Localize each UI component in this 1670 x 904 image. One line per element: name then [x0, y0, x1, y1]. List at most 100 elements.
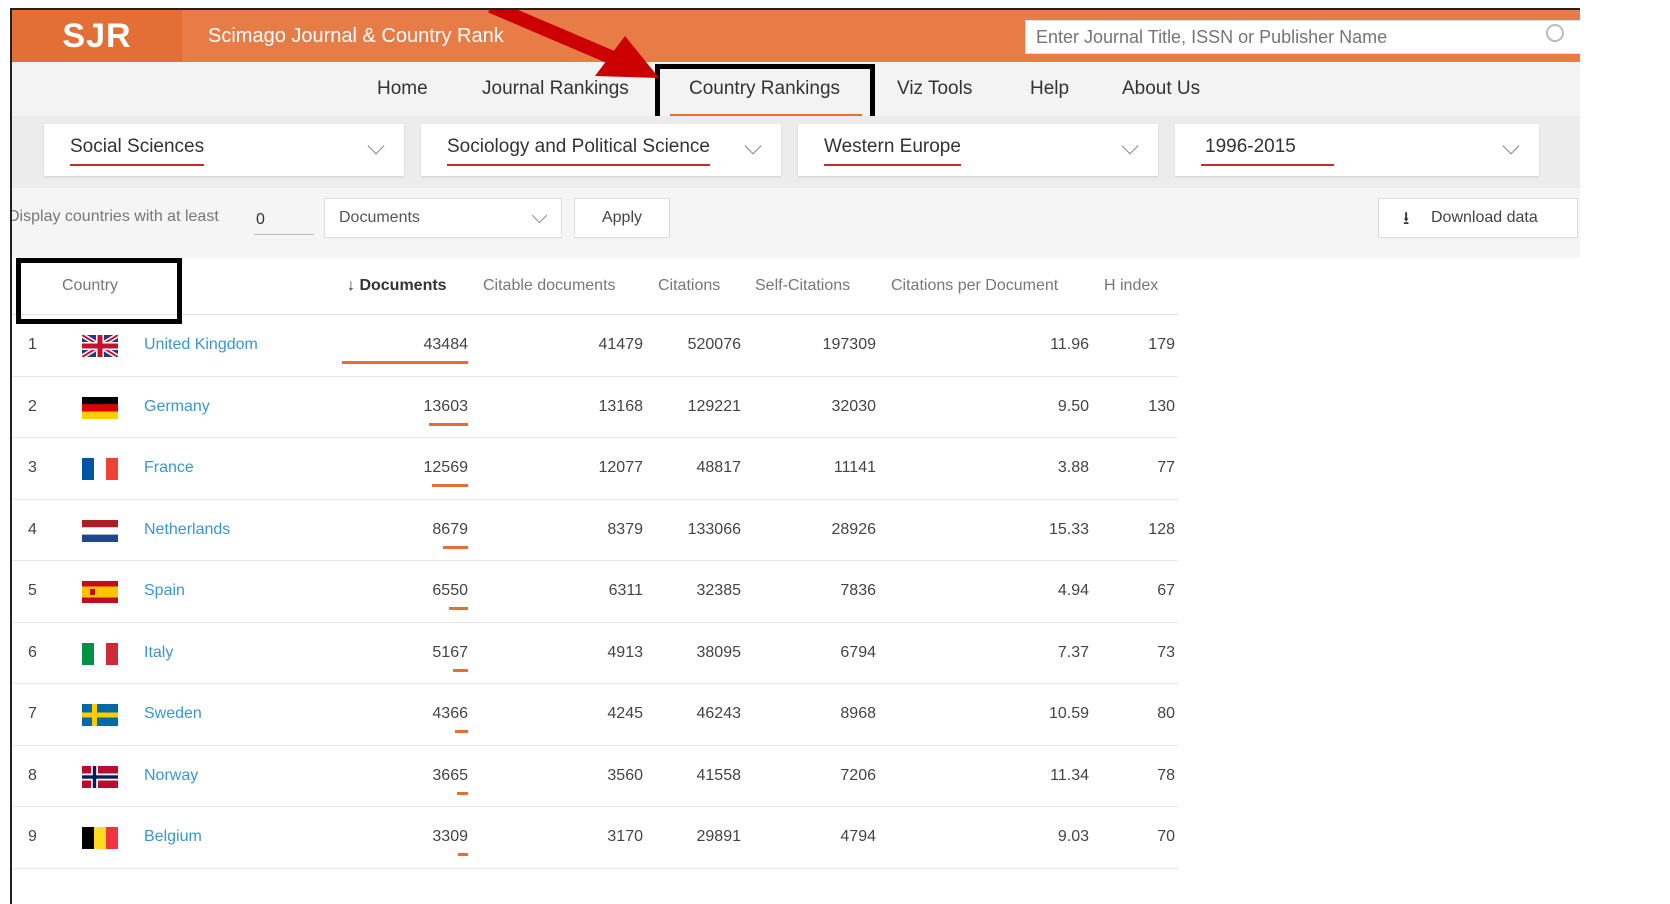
self-citations-cell: 4794	[840, 828, 876, 845]
red-arrow-annotation	[488, 10, 659, 78]
no-flag-icon	[82, 765, 118, 788]
download-data-label: Download data	[1431, 209, 1538, 226]
self-citations-cell: 32030	[831, 397, 877, 415]
citations-per-document-cell: 9.50	[1057, 397, 1089, 415]
region-dropdown[interactable]: Western Europe	[798, 124, 1158, 176]
rank-cell: 6	[28, 643, 37, 661]
sjr-logo[interactable]: SJR	[12, 10, 182, 62]
es-flag-icon	[82, 581, 118, 603]
nav-viz-tools[interactable]: Viz Tools	[897, 62, 972, 116]
download-data-button[interactable]: ⭳ Download data	[1378, 198, 1578, 238]
citations-cell: 32385	[696, 582, 742, 599]
col-cpd-header[interactable]: Citations per Document	[891, 258, 1058, 314]
citable-documents-cell: 41479	[598, 336, 644, 353]
region-value: Western Europe	[824, 136, 961, 166]
min-threshold-label: Display countries with at least	[10, 208, 219, 225]
table-row: 6 Italy 5167 4913 38095 6794 7.37 73	[12, 623, 1178, 684]
col-citable-header[interactable]: Citable documents	[483, 258, 616, 314]
citations-per-document-cell: 9.03	[1057, 828, 1089, 845]
h-index-cell: 78	[1157, 766, 1175, 784]
citations-cell: 46243	[696, 705, 742, 722]
chevron-down-icon	[744, 137, 762, 155]
de-flag-icon	[82, 396, 118, 419]
documents-share-bar	[342, 361, 468, 364]
rank-cell: 9	[28, 828, 37, 845]
metric-select[interactable]: Documents	[324, 198, 562, 238]
citable-documents-cell: 4913	[607, 643, 643, 661]
citations-cell: 41558	[696, 766, 742, 784]
site-name[interactable]: Scimago Journal & Country Rank	[208, 10, 504, 62]
table-row: 9 Belgium 3309 3170 29891 4794 9.03 70	[12, 807, 1178, 869]
uk-flag-icon	[80, 332, 120, 360]
documents-share-bar	[455, 730, 468, 733]
documents-share-bar	[458, 853, 468, 856]
documents-share-bar	[432, 484, 468, 487]
self-citations-cell: 11141	[833, 459, 876, 476]
documents-share-bar	[443, 545, 468, 549]
table-header: Country ↓ Documents Citable documents Ci…	[12, 258, 1178, 315]
citable-documents-cell: 13168	[598, 397, 644, 415]
citations-cell: 48817	[696, 459, 742, 476]
nav-help[interactable]: Help	[1030, 62, 1069, 116]
documents-cell: 12569	[423, 459, 469, 476]
documents-share-bar	[449, 607, 468, 610]
documents-share-bar	[453, 668, 468, 672]
subject-area-value: Social Sciences	[70, 136, 205, 166]
subject-category-dropdown[interactable]: Sociology and Political Science	[421, 124, 781, 176]
citations-per-document-cell: 10.59	[1048, 705, 1089, 722]
subject-category-value: Sociology and Political Science	[447, 136, 710, 166]
citations-per-document-cell: 15.33	[1048, 520, 1089, 538]
search-icon[interactable]	[1546, 24, 1564, 42]
country-link[interactable]: Italy	[144, 623, 173, 683]
citations-cell: 129221	[687, 397, 741, 415]
citations-per-document-cell: 3.88	[1057, 459, 1089, 476]
subject-area-dropdown[interactable]: Social Sciences	[44, 124, 404, 176]
chevron-down-icon	[1502, 137, 1520, 155]
citable-documents-cell: 3560	[607, 766, 643, 784]
col-citations-header[interactable]: Citations	[658, 258, 720, 314]
country-link[interactable]: Netherlands	[144, 500, 230, 560]
col-h-index-header[interactable]: H index	[1104, 258, 1158, 314]
self-citations-cell: 7836	[840, 582, 876, 599]
be-flag-icon	[82, 827, 118, 849]
country-rankings-highlight-box	[655, 64, 875, 124]
fr-flag-icon	[82, 458, 118, 480]
table-body: 1 United Kingdom 43484 41479 520076 197309 11.…	[12, 315, 1178, 869]
it-flag-icon	[82, 642, 118, 665]
table-row: 8 Norway 3665 3560 41558 7206 11.34 78	[12, 746, 1178, 807]
country-link[interactable]: Sweden	[144, 684, 202, 744]
documents-cell: 43484	[423, 336, 469, 353]
citations-cell: 29891	[696, 828, 742, 845]
self-citations-cell: 197309	[822, 336, 876, 353]
country-link[interactable]: United Kingdom	[144, 315, 258, 375]
nav-home[interactable]: Home	[377, 62, 428, 116]
self-citations-cell: 7206	[840, 766, 876, 784]
rank-cell: 8	[28, 766, 37, 784]
col-self-citations-header[interactable]: Self-Citations	[755, 258, 850, 314]
period-dropdown[interactable]: 1996-2015	[1175, 124, 1539, 176]
country-link[interactable]: Germany	[144, 377, 210, 437]
apply-button[interactable]: Apply	[574, 198, 670, 238]
documents-cell: 3309	[432, 828, 468, 845]
self-citations-cell: 8968	[840, 705, 876, 722]
country-link[interactable]: France	[144, 438, 194, 498]
min-threshold-input[interactable]: 0	[254, 206, 314, 235]
table-row: 7 Sweden 4366 4245 46243 8968 10.59 80	[12, 684, 1178, 746]
citable-documents-cell: 6311	[608, 582, 643, 599]
country-link[interactable]: Spain	[144, 561, 185, 621]
country-link[interactable]: Norway	[144, 746, 198, 806]
documents-cell: 6550	[432, 582, 468, 599]
search-input[interactable]	[1025, 20, 1580, 54]
country-link[interactable]: Belgium	[144, 807, 202, 867]
self-citations-cell: 28926	[831, 520, 877, 538]
nav-about-us[interactable]: About Us	[1122, 62, 1200, 116]
citations-cell: 38095	[696, 643, 742, 661]
h-index-cell: 128	[1148, 520, 1175, 538]
rank-cell: 3	[28, 459, 37, 476]
rank-cell: 2	[28, 397, 37, 415]
col-documents-header[interactable]: ↓ Documents	[347, 258, 447, 314]
browser-frame: SJR Scimago Journal & Country Rank Home …	[10, 8, 1580, 904]
rank-cell: 1	[28, 336, 37, 353]
h-index-cell: 70	[1157, 828, 1175, 845]
citations-per-document-cell: 4.94	[1057, 582, 1089, 599]
